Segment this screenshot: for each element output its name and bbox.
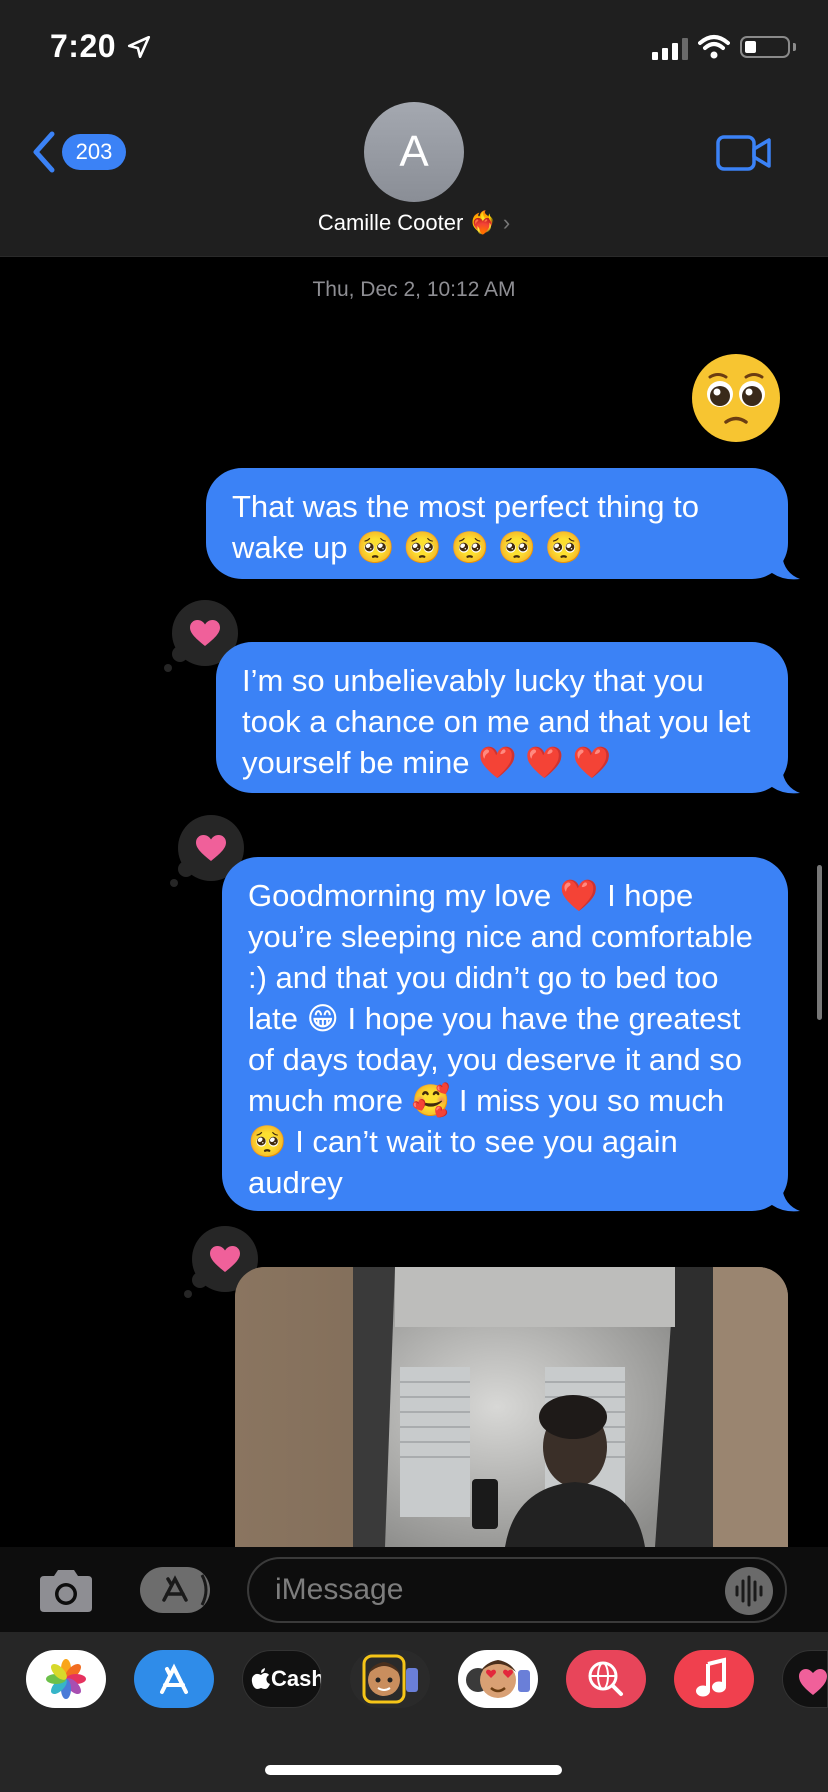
memoji-sticker-icon — [362, 1654, 418, 1704]
apple-cash-app[interactable]: Cash — [242, 1650, 322, 1708]
message-timestamp: Thu, Dec 2, 10:12 AM — [312, 278, 516, 301]
digital-touch-heart-icon — [799, 1669, 827, 1695]
message-bubble[interactable]: Goodmorning my love ❤️ I hope you’re sle… — [222, 857, 788, 1211]
message-text: That was the most perfect thing to wake … — [232, 489, 699, 565]
pleading-face-emoji[interactable] — [690, 352, 782, 444]
music-app[interactable] — [674, 1650, 754, 1708]
status-time: 7:20 — [50, 28, 117, 64]
chevron-right-icon: › — [502, 210, 511, 235]
bubble-tail — [772, 555, 800, 580]
contact-name-label: Camille Cooter ❤️‍🔥 — [317, 210, 497, 235]
message-input-placeholder: iMessage — [275, 1573, 404, 1606]
tapback-tail-dot — [170, 879, 178, 887]
apple-logo-icon — [251, 1668, 270, 1689]
music-note-icon — [696, 1657, 726, 1697]
contact-name[interactable]: Camille Cooter ❤️‍🔥 › — [0, 210, 828, 236]
heart-icon — [190, 620, 220, 646]
photo-message[interactable] — [235, 1267, 788, 1547]
app-store-icon — [160, 1663, 188, 1694]
wifi-icon — [698, 35, 730, 59]
location-arrow-icon — [127, 35, 151, 59]
audio-message-button[interactable] — [725, 1567, 773, 1615]
heart-icon — [196, 835, 226, 861]
tapback-tail-dot — [164, 664, 172, 672]
cellular-signal-icon — [652, 38, 688, 60]
bubble-tail — [772, 769, 800, 794]
contact-avatar[interactable]: A — [364, 102, 464, 202]
home-indicator[interactable] — [265, 1765, 562, 1775]
mirror-selfie-image — [235, 1267, 788, 1547]
message-bubble[interactable]: That was the most perfect thing to wake … — [206, 468, 788, 579]
heart-icon — [210, 1246, 240, 1272]
image-search-app[interactable] — [566, 1650, 646, 1708]
memoji-stickers-app[interactable] — [350, 1650, 430, 1708]
scroll-indicator[interactable] — [817, 865, 822, 1020]
message-text: Goodmorning my love ❤️ I hope you’re sle… — [248, 878, 753, 1200]
message-input[interactable]: iMessage — [247, 1557, 787, 1623]
apple-cash-label: Cash — [271, 1666, 322, 1691]
animoji-app[interactable] — [458, 1650, 538, 1708]
battery-cap — [793, 43, 796, 51]
chevron-left-icon — [33, 131, 55, 173]
tapback-tail-dot — [184, 1290, 192, 1298]
memoji-heart-eyes-icon — [466, 1660, 530, 1698]
photos-flower-icon — [46, 1659, 86, 1699]
unread-count-badge: 203 — [62, 134, 126, 170]
app-drawer-button[interactable] — [140, 1567, 210, 1613]
photos-app[interactable] — [26, 1650, 106, 1708]
waveform-icon — [735, 1575, 763, 1607]
back-button[interactable]: 203 — [30, 130, 130, 174]
bubble-tail — [772, 1187, 800, 1212]
message-text: I’m so unbelievably lucky that you took … — [242, 663, 751, 780]
camera-icon[interactable] — [36, 1568, 96, 1614]
app-store-app[interactable] — [134, 1650, 214, 1708]
globe-search-icon — [588, 1661, 623, 1696]
battery-icon — [740, 36, 790, 58]
message-bubble[interactable]: I’m so unbelievably lucky that you took … — [216, 642, 788, 793]
app-store-icon — [162, 1574, 208, 1606]
facetime-video-icon[interactable] — [716, 134, 772, 172]
